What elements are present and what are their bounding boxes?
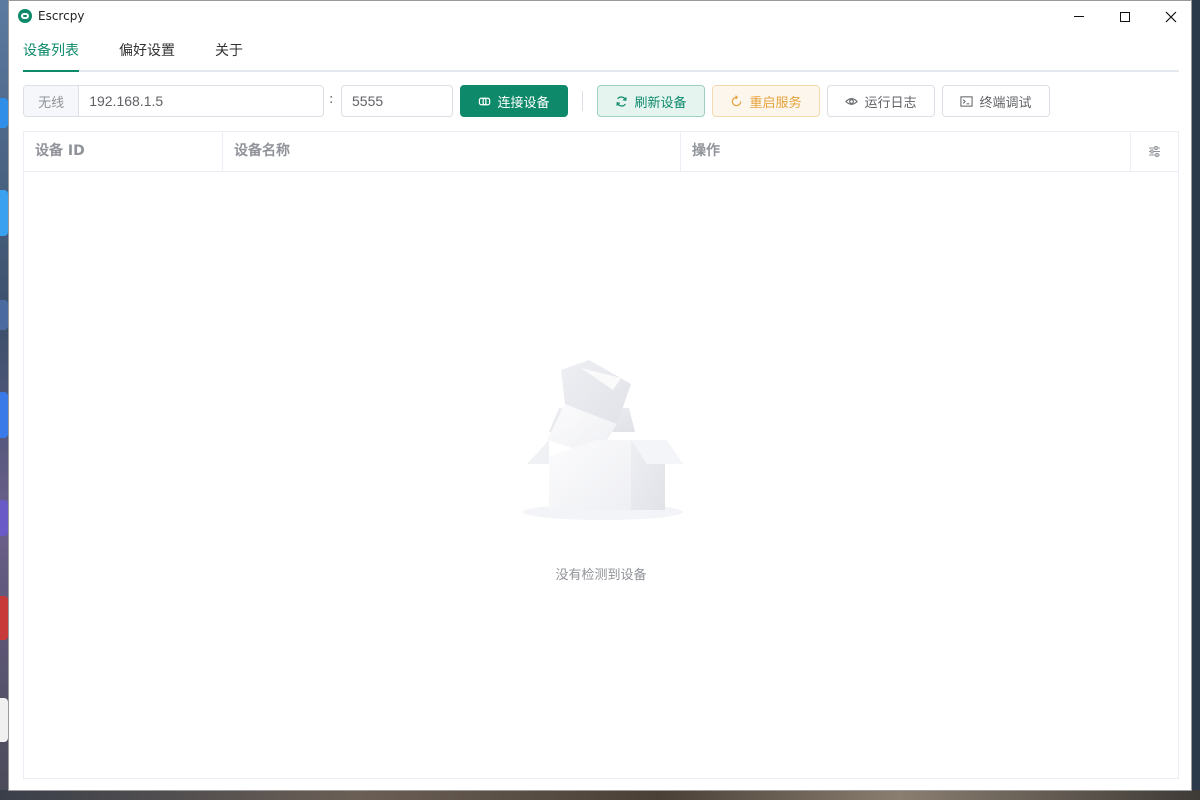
empty-box-icon bbox=[523, 360, 683, 520]
restart-service-button[interactable]: 重启服务 bbox=[712, 85, 820, 117]
title-bar: Escrcpy bbox=[9, 1, 1191, 32]
column-header-device-id[interactable]: 设备 ID bbox=[24, 132, 223, 171]
column-header-device-name[interactable]: 设备名称 bbox=[223, 132, 681, 171]
port-separator: : bbox=[329, 92, 334, 107]
app-logo-icon bbox=[18, 9, 32, 23]
desktop-icon bbox=[0, 98, 8, 128]
table-header: 设备 ID 设备名称 操作 bbox=[24, 132, 1178, 172]
run-log-button[interactable]: 运行日志 bbox=[827, 85, 935, 117]
link-icon bbox=[479, 97, 491, 105]
column-settings-button[interactable] bbox=[1131, 132, 1178, 171]
wireless-prefix-label: 无线 bbox=[24, 86, 80, 116]
toolbar: 无线 : 连接设备 刷新设备 重启服务 运行日志 终端调试 bbox=[23, 85, 1183, 117]
terminal-icon bbox=[960, 95, 974, 107]
minimize-button[interactable] bbox=[1056, 1, 1102, 32]
tab-device-list[interactable]: 设备列表 bbox=[23, 32, 79, 72]
connect-device-label: 连接设备 bbox=[497, 95, 550, 111]
main-tabs: 设备列表 偏好设置 关于 bbox=[23, 32, 1179, 72]
app-window: Escrcpy 设备列表 偏好设置 关于 无线 : 连接设备 刷新设备 bbox=[8, 0, 1192, 791]
refresh-icon bbox=[616, 95, 628, 107]
refresh-devices-button[interactable]: 刷新设备 bbox=[597, 85, 705, 117]
close-button[interactable] bbox=[1148, 1, 1194, 32]
close-icon bbox=[1165, 11, 1177, 22]
eye-icon bbox=[845, 97, 859, 105]
host-input-group: 无线 bbox=[23, 85, 324, 117]
terminal-debug-button[interactable]: 终端调试 bbox=[942, 85, 1050, 117]
minimize-icon bbox=[1074, 16, 1084, 17]
restart-icon bbox=[732, 94, 742, 106]
maximize-button[interactable] bbox=[1102, 1, 1148, 32]
desktop-strip bbox=[0, 0, 8, 800]
sliders-icon bbox=[1149, 146, 1160, 157]
port-input[interactable] bbox=[342, 86, 452, 116]
desktop-wallpaper bbox=[0, 790, 1200, 800]
desktop-icon bbox=[0, 596, 8, 640]
desktop-icon bbox=[0, 300, 8, 330]
desktop-icon bbox=[0, 190, 8, 236]
desktop-icon bbox=[0, 500, 8, 536]
run-log-label: 运行日志 bbox=[864, 95, 917, 111]
connect-device-button[interactable]: 连接设备 bbox=[460, 85, 568, 117]
window-title: Escrcpy bbox=[38, 9, 85, 23]
device-table: 设备 ID 设备名称 操作 没有检测到设备 bbox=[23, 131, 1179, 779]
terminal-debug-label: 终端调试 bbox=[979, 95, 1032, 111]
tab-preferences[interactable]: 偏好设置 bbox=[119, 32, 175, 70]
empty-state: 没有检测到设备 bbox=[24, 172, 1178, 778]
column-header-actions[interactable]: 操作 bbox=[681, 132, 1131, 171]
desktop-icon bbox=[0, 698, 8, 742]
empty-message: 没有检测到设备 bbox=[555, 568, 647, 583]
tab-about[interactable]: 关于 bbox=[215, 32, 243, 70]
port-input-wrapper bbox=[341, 85, 453, 117]
desktop-icon bbox=[0, 392, 8, 438]
restart-service-label: 重启服务 bbox=[749, 95, 802, 111]
maximize-icon bbox=[1120, 11, 1130, 22]
refresh-devices-label: 刷新设备 bbox=[634, 95, 687, 111]
host-input[interactable] bbox=[79, 86, 323, 116]
toolbar-divider bbox=[582, 91, 583, 111]
